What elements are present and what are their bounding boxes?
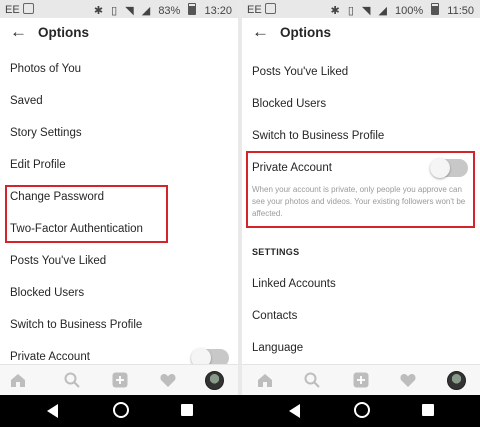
option-language[interactable]: Language xyxy=(252,342,303,354)
highlight-box xyxy=(246,151,475,228)
nav-back-icon[interactable] xyxy=(289,404,300,418)
option-story-settings[interactable]: Story Settings xyxy=(10,127,82,139)
heart-icon[interactable] xyxy=(159,371,177,389)
nav-recents-icon[interactable] xyxy=(181,404,193,416)
status-time: 13:20 xyxy=(204,5,232,17)
notification-icon xyxy=(264,3,276,14)
carrier-label: EE xyxy=(5,3,34,16)
bottom-tab-bar xyxy=(242,364,480,396)
vibrate-icon: ▯ xyxy=(111,5,118,17)
battery-percent: 100% xyxy=(395,5,424,17)
signal-icon: ◢ xyxy=(378,5,387,17)
status-time: 11:50 xyxy=(447,5,474,17)
nav-back-icon[interactable] xyxy=(47,404,58,418)
option-posts-youve-liked[interactable]: Posts You've Liked xyxy=(252,66,348,78)
option-blocked-users[interactable]: Blocked Users xyxy=(252,98,326,110)
battery-icon xyxy=(431,3,440,15)
page-title: Options xyxy=(280,25,331,40)
bluetooth-icon: ✱ xyxy=(93,5,104,17)
settings-heading: SETTINGS xyxy=(252,247,300,257)
nav-home-icon[interactable] xyxy=(113,402,129,418)
notification-icon xyxy=(22,3,34,14)
status-bar: EE ✱ ▯ ◥ ◢ 100% 11:50 xyxy=(242,0,480,18)
back-arrow-icon[interactable]: ← xyxy=(10,22,27,42)
carrier-label: EE xyxy=(247,3,276,16)
option-private-account[interactable]: Private Account xyxy=(10,351,90,363)
add-post-icon[interactable] xyxy=(111,371,129,389)
option-photos-of-you[interactable]: Photos of You xyxy=(10,63,81,75)
vibrate-icon: ▯ xyxy=(347,5,354,17)
wifi-icon: ◥ xyxy=(361,5,371,17)
signal-icon: ◢ xyxy=(141,5,151,17)
android-nav-bar xyxy=(0,395,480,427)
left-screen: EE ✱ ▯ ◥ ◢ 83% 13:20 ← Options Photos of… xyxy=(0,0,238,427)
option-blocked-users[interactable]: Blocked Users xyxy=(10,287,84,299)
nav-recents-icon[interactable] xyxy=(422,404,434,416)
profile-avatar[interactable] xyxy=(205,371,224,390)
highlight-box xyxy=(5,185,168,243)
option-contacts[interactable]: Contacts xyxy=(252,310,297,322)
option-switch-to-business-profile[interactable]: Switch to Business Profile xyxy=(252,130,384,142)
page-title: Options xyxy=(38,25,89,40)
right-screen: EE ✱ ▯ ◥ ◢ 100% 11:50 ← Options Posts Yo… xyxy=(242,0,480,427)
home-icon[interactable] xyxy=(9,371,27,389)
profile-avatar[interactable] xyxy=(447,371,466,390)
battery-icon xyxy=(188,3,197,15)
option-edit-profile[interactable]: Edit Profile xyxy=(10,159,66,171)
option-linked-accounts[interactable]: Linked Accounts xyxy=(252,278,336,290)
status-bar: EE ✱ ▯ ◥ ◢ 83% 13:20 xyxy=(0,0,238,18)
bottom-tab-bar xyxy=(0,364,238,396)
option-posts-youve-liked[interactable]: Posts You've Liked xyxy=(10,255,106,267)
nav-home-icon[interactable] xyxy=(354,402,370,418)
option-switch-to-business-profile[interactable]: Switch to Business Profile xyxy=(10,319,142,331)
status-right: ✱ ▯ ◥ ◢ 83% 13:20 xyxy=(89,3,232,17)
option-saved[interactable]: Saved xyxy=(10,95,43,107)
bluetooth-icon: ✱ xyxy=(330,5,340,17)
add-post-icon[interactable] xyxy=(352,371,370,389)
wifi-icon: ◥ xyxy=(125,5,134,17)
heart-icon[interactable] xyxy=(399,371,417,389)
home-icon[interactable] xyxy=(256,371,274,389)
header: ← Options xyxy=(0,18,238,48)
battery-percent: 83% xyxy=(158,5,181,17)
back-arrow-icon[interactable]: ← xyxy=(252,22,269,42)
status-right: ✱ ▯ ◥ ◢ 100% 11:50 xyxy=(326,3,474,17)
search-icon[interactable] xyxy=(63,371,81,389)
search-icon[interactable] xyxy=(303,371,321,389)
header: ← Options xyxy=(242,18,480,48)
